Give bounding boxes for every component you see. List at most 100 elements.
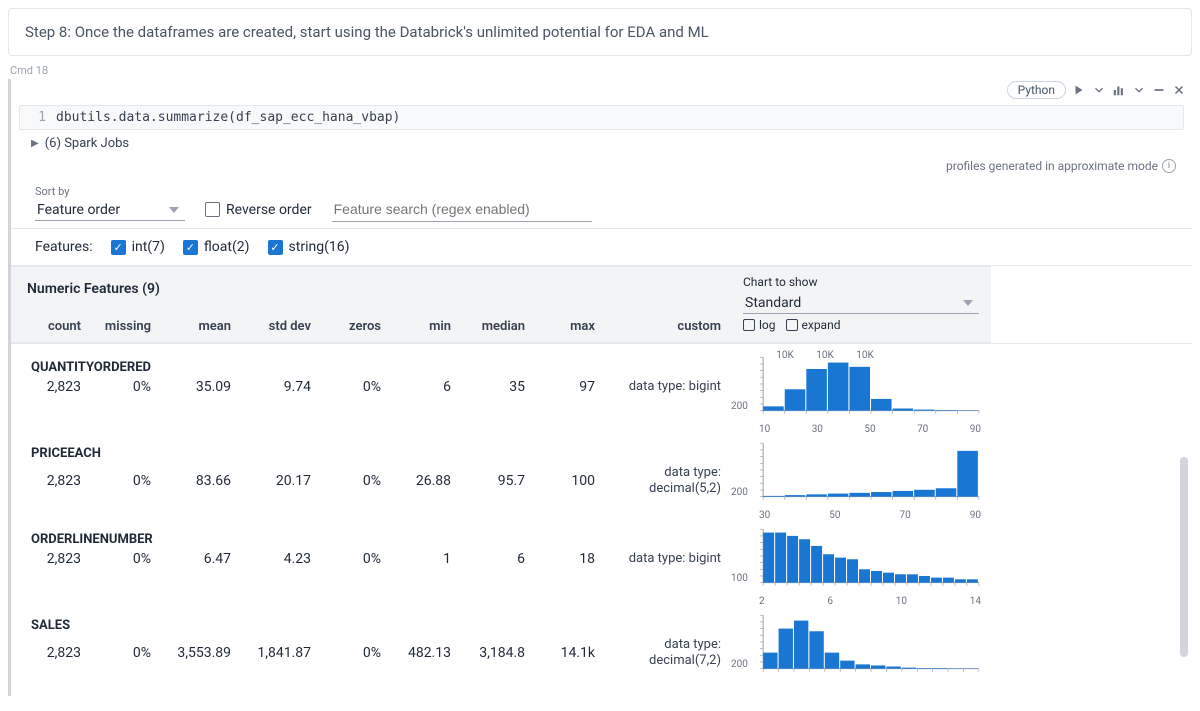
val-max: 18 (535, 551, 605, 567)
checkbox-icon (111, 240, 126, 255)
feature-block: SALES2,8230%3,553.891,841.870%482.133,18… (11, 602, 731, 688)
line-number: 1 (20, 110, 56, 125)
feature-name: SALES (11, 618, 731, 633)
val-max: 100 (535, 473, 605, 489)
checkbox-icon (743, 319, 755, 331)
checkbox-icon (183, 240, 198, 255)
val-count: 2,823 (11, 379, 91, 395)
histogram-svg (757, 352, 983, 420)
val-median: 95.7 (461, 473, 535, 489)
chart-to-show-label: Chart to show (743, 275, 979, 289)
histogram-chart: 200 (731, 610, 991, 692)
val-count: 2,823 (11, 551, 91, 567)
val-stddev: 9.74 (241, 379, 321, 395)
histogram-chart: 20030507090 (731, 438, 991, 520)
feature-block: QUANTITYORDERED2,8230%35.099.740%63597da… (11, 344, 731, 430)
chart-options: log expand (743, 318, 979, 332)
val-median: 6 (461, 551, 535, 567)
val-stddev: 4.23 (241, 551, 321, 567)
run-icon[interactable] (1072, 83, 1086, 97)
profile-controls: Sort by Feature order Reverse order (11, 183, 1192, 229)
checkbox-icon (268, 240, 283, 255)
spark-jobs-toggle[interactable]: ▶ (6) Spark Jobs (31, 136, 1192, 151)
chart-type-select[interactable]: Standard (743, 293, 979, 314)
expand-checkbox[interactable]: expand (786, 318, 841, 332)
histogram-chart: 10K10K10K2001030507090 (731, 352, 991, 434)
val-custom: data type: bigint (605, 551, 731, 567)
val-missing: 0% (91, 473, 161, 489)
val-max: 14.1k (535, 645, 605, 661)
bar-chart-icon[interactable] (1112, 83, 1126, 97)
log-checkbox[interactable]: log (743, 318, 776, 332)
val-mean: 6.47 (161, 551, 241, 567)
val-zeros: 0% (321, 473, 391, 489)
feature-rows: QUANTITYORDERED2,8230%35.099.740%63597da… (11, 344, 1192, 696)
triangle-right-icon: ▶ (31, 138, 39, 149)
profile-header-grid: Numeric Features (9) count missing mean … (11, 266, 1192, 344)
sort-by-label: Sort by (35, 185, 185, 198)
col-mean: mean (161, 319, 241, 334)
chevron-down-icon[interactable] (1132, 83, 1146, 97)
val-min: 26.88 (391, 473, 461, 489)
val-mean: 3,553.89 (161, 645, 241, 661)
cmd-label: Cmd 18 (10, 64, 1200, 77)
output-area: profiles generated in approximate mode i… (11, 157, 1192, 696)
col-max: max (535, 319, 605, 334)
checkbox-icon (205, 202, 220, 217)
val-custom: data type: bigint (605, 379, 731, 395)
filter-float[interactable]: float(2) (183, 239, 250, 255)
feature-stats-row: 2,8230%3,553.891,841.870%482.133,184.814… (11, 637, 731, 668)
col-median: median (461, 319, 535, 334)
info-icon[interactable]: i (1162, 159, 1176, 173)
chart-x-labels: 261014 (757, 596, 983, 607)
reverse-order-checkbox[interactable]: Reverse order (205, 202, 312, 218)
code-editor[interactable]: 1 dbutils.data.summarize(df_sap_ecc_hana… (19, 105, 1184, 130)
chart-x-labels: 30507090 (757, 510, 983, 521)
chart-y-ref: 100 (731, 573, 748, 584)
checkbox-icon (786, 319, 798, 331)
markdown-title-cell: Step 8: Once the dataframes are created,… (8, 8, 1192, 56)
cell-toolbar: Python (11, 79, 1192, 101)
column-headers: count missing mean std dev zeros min med… (11, 311, 731, 342)
dropdown-icon[interactable] (1092, 83, 1106, 97)
col-zeros: zeros (321, 319, 391, 334)
title-text: Step 8: Once the dataframes are created,… (25, 23, 709, 41)
code-text: dbutils.data.summarize(df_sap_ecc_hana_v… (56, 110, 400, 125)
col-count: count (11, 319, 91, 334)
col-missing: missing (91, 319, 161, 334)
val-max: 97 (535, 379, 605, 395)
col-min: min (391, 319, 461, 334)
language-pill[interactable]: Python (1007, 81, 1066, 99)
scrollbar[interactable] (1180, 457, 1188, 657)
val-median: 3,184.8 (461, 645, 535, 661)
histogram-chart: 100 261014 (731, 524, 991, 606)
val-custom: data type:decimal(7,2) (605, 637, 731, 668)
spark-jobs-label: (6) Spark Jobs (45, 136, 129, 151)
val-median: 35 (461, 379, 535, 395)
val-zeros: 0% (321, 379, 391, 395)
filter-int[interactable]: int(7) (111, 239, 165, 255)
feature-name: ORDERLINENUMBER (11, 532, 731, 547)
histogram-svg (757, 610, 983, 678)
val-count: 2,823 (11, 645, 91, 661)
val-min: 1 (391, 551, 461, 567)
val-count: 2,823 (11, 473, 91, 489)
sort-by-group: Sort by Feature order (35, 185, 185, 221)
val-zeros: 0% (321, 551, 391, 567)
code-cell: Python 1 dbutils.data.summarize(df_sap_e… (8, 79, 1192, 696)
close-icon[interactable] (1172, 83, 1186, 97)
val-missing: 0% (91, 379, 161, 395)
stats-header: Numeric Features (9) count missing mean … (11, 266, 731, 343)
chart-top-labels: 10K10K10K (765, 350, 885, 361)
feature-stats-row: 2,8230%83.6620.170%26.8895.7100data type… (11, 465, 731, 496)
col-custom: custom (605, 319, 731, 334)
profiles-note: profiles generated in approximate mode i (11, 157, 1192, 183)
feature-stats-row: 2,8230%6.474.230%1618data type: bigint (11, 551, 731, 567)
minimize-icon[interactable] (1152, 83, 1166, 97)
sort-by-select[interactable]: Feature order (35, 200, 185, 221)
val-mean: 83.66 (161, 473, 241, 489)
val-zeros: 0% (321, 645, 391, 661)
feature-block: PRICEEACH2,8230%83.6620.170%26.8895.7100… (11, 430, 731, 516)
feature-search-input[interactable] (332, 197, 592, 222)
filter-string[interactable]: string(16) (268, 239, 350, 255)
